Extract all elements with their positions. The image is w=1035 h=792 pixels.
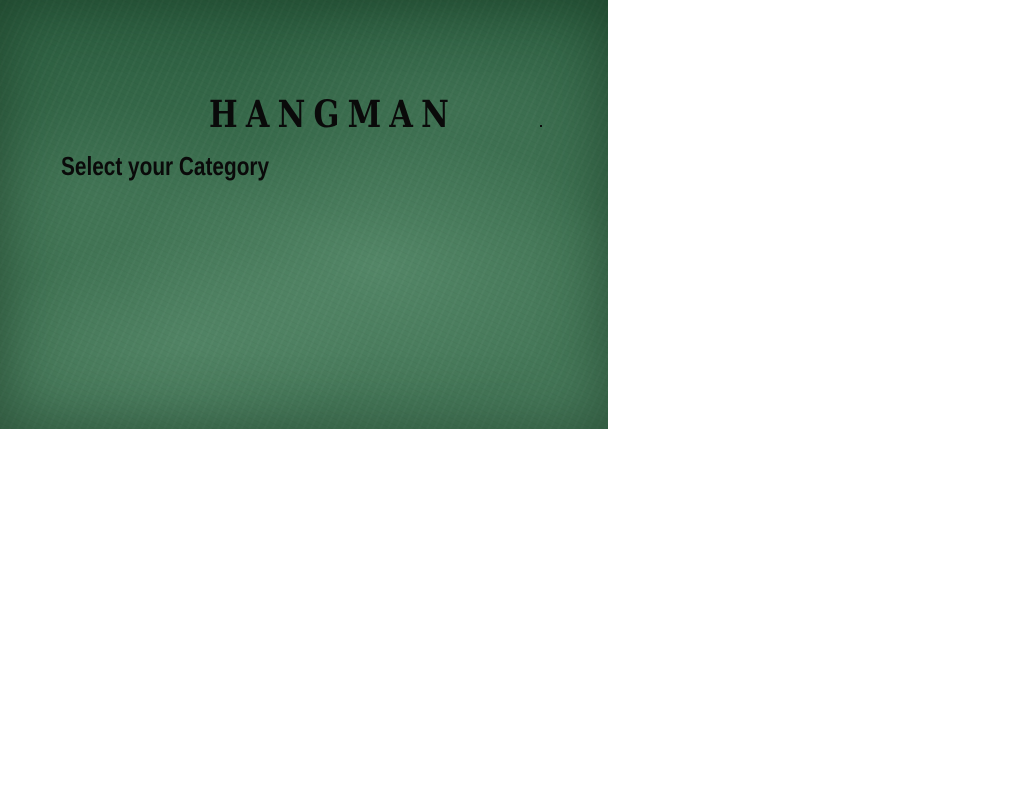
chalk-speck — [540, 125, 542, 127]
category-prompt: Select your Category — [61, 151, 270, 181]
chalkboard-canvas: HANGMAN Select your Category — [0, 0, 608, 429]
game-title: HANGMAN — [209, 92, 458, 136]
